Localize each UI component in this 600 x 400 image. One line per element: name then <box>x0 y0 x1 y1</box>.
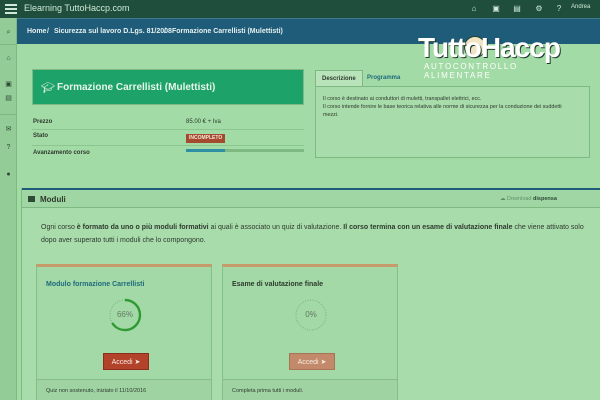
course-progress-fill <box>186 149 225 152</box>
accedi-button-disabled[interactable]: Accedi ➤ <box>289 353 335 370</box>
exam-percent: 0% <box>305 310 317 319</box>
exam-status-text: Completa prima tutti i moduli. <box>232 388 304 394</box>
help-icon[interactable]: ? <box>553 3 565 15</box>
course-progress-bar <box>186 149 304 152</box>
accedi-label: Accedi <box>297 359 319 366</box>
exam-card: Esame di valutazione finale 0% Accedi ➤ … <box>222 264 398 400</box>
tab-content-descrizione: Il corso è destinato ai conduttori di mu… <box>315 86 590 158</box>
user-menu[interactable]: Andrea <box>571 4 590 10</box>
help-icon[interactable]: ? <box>2 141 15 154</box>
logo-wordmark: TuttoHaccp <box>418 32 561 63</box>
home-icon[interactable]: ⌂ <box>468 3 480 15</box>
progress-label: Avanzamento corso <box>33 150 90 156</box>
tab-descrizione[interactable]: Descrizione <box>315 70 363 86</box>
search-icon[interactable]: ⌕ <box>2 26 15 39</box>
user-icon[interactable]: ● <box>2 168 15 181</box>
course-tabs: Descrizione Programma Il corso è destina… <box>315 70 590 158</box>
breadcrumb-category[interactable]: Sicurezza sul lavoro D.Lgs. 81/2008 <box>54 28 172 35</box>
send-icon: ➤ <box>320 359 327 366</box>
price-label: Prezzo <box>33 119 53 125</box>
modules-header: Moduli ☁ Download dispensa <box>22 188 600 208</box>
module-percent: 66% <box>116 310 133 319</box>
module-card-title: Modulo formazione Carrellisti <box>46 281 145 288</box>
module-card: Modulo formazione Carrellisti 66% Accedi… <box>36 264 212 400</box>
top-navbar: Elearning TuttoHaccp.com ⌂ ▣ ▤ ⚙ ? Andre… <box>0 0 600 18</box>
send-icon: ➤ <box>134 359 141 366</box>
status-label: Stato <box>33 133 48 139</box>
intro-bold: è formato da uno o più moduli formativi <box>76 224 209 231</box>
sidebar: ⌕ ⌂ ▣ ▤ ✉ ? ● <box>0 18 17 400</box>
info-divider <box>32 129 304 130</box>
sidebar-divider <box>0 114 17 115</box>
course-header: 🎓︎ Formazione Carrellisti (Mulettisti) <box>32 69 304 105</box>
modules-icon <box>28 196 35 202</box>
exam-progress-ring: 0% <box>293 297 329 333</box>
cart-icon[interactable]: ▣ <box>490 3 502 15</box>
breadcrumb-separator: / <box>164 28 166 35</box>
settings-icon[interactable]: ⚙ <box>533 3 545 15</box>
graduation-cap-icon: 🎓︎ <box>41 82 55 94</box>
price-value: 85.00 € + Iva <box>186 119 221 125</box>
modules-intro: Ogni corso è formato da uno o più moduli… <box>41 221 586 247</box>
description-line: mezzi. <box>323 112 339 118</box>
module-status-text: Quiz non sostenuto, iniziato il 11/10/20… <box>46 388 147 394</box>
exam-card-title: Esame di valutazione finale <box>232 281 324 288</box>
module-card-footer: Quiz non sostenuto, iniziato il 11/10/20… <box>37 379 211 400</box>
sidebar-divider <box>0 44 17 45</box>
intro-text: Ogni corso <box>41 224 77 231</box>
modules-title: Moduli <box>40 195 66 204</box>
exam-card-footer: Completa prima tutti i moduli. <box>223 379 397 400</box>
course-title: Formazione Carrellisti (Mulettisti) <box>57 82 216 93</box>
breadcrumb-separator: / <box>47 28 49 35</box>
description-line: Il corso intende fornire le base teorica… <box>323 104 562 110</box>
info-divider <box>32 145 304 146</box>
book-icon[interactable]: ▤ <box>2 92 15 105</box>
app-title[interactable]: Elearning TuttoHaccp.com <box>24 3 130 13</box>
archive-icon[interactable]: ▣ <box>2 78 15 91</box>
modules-panel: Moduli ☁ Download dispensa Ogni corso è … <box>21 188 600 400</box>
module-progress-ring: 66% <box>107 297 143 333</box>
description-line: Il corso è destinato ai conduttori di mu… <box>323 96 482 102</box>
download-dispensa-link[interactable]: ☁ Download dispensa <box>500 196 557 202</box>
intro-bold: Il corso termina con un esame di valutaz… <box>343 224 513 231</box>
mail-icon[interactable]: ✉ <box>2 123 15 136</box>
accedi-button[interactable]: Accedi ➤ <box>103 353 149 370</box>
status-badge: INCOMPLETO <box>186 134 226 143</box>
home-icon[interactable]: ⌂ <box>2 52 15 65</box>
hamburger-menu-icon[interactable] <box>5 3 17 15</box>
accedi-label: Accedi <box>111 359 133 366</box>
breadcrumb-home[interactable]: Home <box>27 28 46 35</box>
download-label: Download <box>507 196 532 202</box>
breadcrumb-current: Formazione Carrellisti (Mulettisti) <box>172 28 283 35</box>
book-icon[interactable]: ▤ <box>511 3 523 15</box>
intro-text: ai quali è associato un quiz di valutazi… <box>208 224 344 231</box>
tab-programma[interactable]: Programma <box>361 70 406 86</box>
download-strong: dispensa <box>533 196 557 202</box>
